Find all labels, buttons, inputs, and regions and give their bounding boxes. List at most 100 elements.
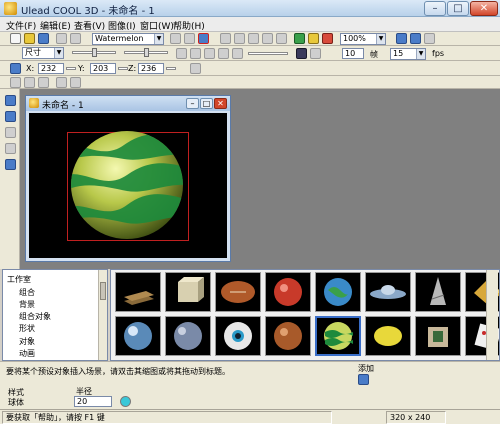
align-icon-a[interactable] — [176, 48, 187, 59]
edit-text-icon[interactable] — [5, 111, 16, 122]
glass-sphere-thumb[interactable] — [115, 316, 161, 356]
export-icon[interactable] — [410, 33, 421, 44]
red-sphere-thumb[interactable] — [265, 272, 311, 312]
slab-thumb[interactable] — [115, 272, 161, 312]
insert-graphic-icon[interactable] — [5, 127, 16, 138]
tree-item-group[interactable]: 组合 — [19, 287, 35, 298]
timeline-track[interactable] — [248, 52, 288, 55]
orbit-tool-icon[interactable] — [198, 33, 209, 44]
box-thumb[interactable] — [165, 272, 211, 312]
rotate-tool-icon[interactable] — [184, 33, 195, 44]
tree-scrollbar[interactable] — [98, 270, 107, 360]
object-toolbar — [0, 89, 20, 269]
brown-sphere-thumb[interactable] — [265, 316, 311, 356]
maximize-button[interactable]: □ — [447, 1, 469, 16]
drill-thumb[interactable] — [415, 272, 461, 312]
close-button[interactable]: ✕ — [470, 1, 498, 16]
align-icon-c[interactable] — [204, 48, 215, 59]
ufo-thumb[interactable] — [365, 272, 411, 312]
new-file-icon[interactable] — [10, 33, 21, 44]
play-icon[interactable] — [296, 48, 307, 59]
menu-edit[interactable]: 编辑(E) — [40, 19, 71, 32]
menu-image[interactable]: 图像(I) — [108, 19, 136, 32]
watermelon-object[interactable] — [29, 113, 227, 258]
text-align-right-icon[interactable] — [38, 77, 49, 88]
y-field[interactable]: 203 — [90, 63, 116, 74]
text-align-center-icon[interactable] — [24, 77, 35, 88]
tree-root[interactable]: 工作室 — [7, 274, 31, 285]
timeline-prev-icon[interactable] — [232, 48, 243, 59]
position-icon[interactable] — [10, 63, 21, 74]
menu-window[interactable]: 窗口(W) — [140, 19, 174, 32]
gallery-scrollbar[interactable] — [486, 270, 498, 360]
tree-item-shape[interactable]: 形状 — [19, 323, 35, 334]
rugby-thumb[interactable] — [215, 272, 261, 312]
save-icon[interactable] — [38, 33, 49, 44]
render-icon[interactable] — [396, 33, 407, 44]
radius-field[interactable]: 20 — [74, 396, 112, 407]
size-toolbar: 尺寸 ▼ 10 帧 15 ▼ fps — [0, 46, 500, 61]
open-folder-icon[interactable] — [24, 33, 35, 44]
properties-bar: 样式 球体 半径 20 — [0, 385, 500, 409]
toolbar-icon-c[interactable] — [248, 33, 259, 44]
document-titlebar[interactable]: 未命名 - 1 – □ ✕ — [26, 96, 230, 111]
insert-shape-icon[interactable] — [5, 143, 16, 154]
paint-icon[interactable] — [294, 33, 305, 44]
tree-item-animation[interactable]: 动画 — [19, 348, 35, 359]
loop-icon[interactable] — [310, 48, 321, 59]
z-spin[interactable] — [166, 67, 176, 70]
eyeball-thumb[interactable] — [215, 316, 261, 356]
insert-text-icon[interactable] — [5, 95, 16, 106]
zoom-combo[interactable]: 100% ▼ — [340, 33, 386, 45]
x-spin[interactable] — [66, 67, 76, 70]
d-cube-thumb[interactable] — [415, 316, 461, 356]
sphere-icon[interactable] — [308, 33, 319, 44]
tree-item-group-object[interactable]: 组合对象 — [19, 311, 51, 322]
toolbar-icon-d[interactable] — [262, 33, 273, 44]
text-align-left-icon[interactable] — [10, 77, 21, 88]
display-icon[interactable] — [322, 33, 333, 44]
x-field[interactable]: 232 — [38, 63, 64, 74]
minimize-button[interactable]: – — [424, 1, 446, 16]
watermelon-thumb[interactable] — [315, 316, 361, 356]
tree-item-background[interactable]: 背景 — [19, 299, 35, 310]
planet-thumb[interactable] — [165, 316, 211, 356]
app-icon — [4, 2, 17, 15]
doc-minimize-button[interactable]: – — [186, 98, 199, 109]
reset-icon[interactable] — [190, 63, 201, 74]
fps-combo[interactable]: 15 ▼ — [390, 48, 426, 60]
menu-view[interactable]: 查看(V) — [74, 19, 105, 32]
z-field[interactable]: 236 — [138, 63, 164, 74]
align-icon-b[interactable] — [190, 48, 201, 59]
add-button[interactable] — [358, 374, 369, 385]
undo-icon[interactable] — [56, 33, 67, 44]
size-slider-thumb-1[interactable] — [92, 48, 97, 57]
hand-tool-icon[interactable] — [170, 33, 181, 44]
frame-field[interactable]: 10 — [342, 48, 364, 59]
document-title: 未命名 - 1 — [42, 101, 84, 111]
lemon-thumb[interactable] — [365, 316, 411, 356]
tree-item-object[interactable]: 对象 — [19, 336, 35, 347]
toolbar-icon-e[interactable] — [276, 33, 287, 44]
doc-maximize-button[interactable]: □ — [200, 98, 213, 109]
y-spin[interactable] — [118, 67, 128, 70]
render-canvas[interactable] — [29, 113, 227, 258]
size-combo[interactable]: 尺寸 ▼ — [22, 47, 64, 59]
doc-close-button[interactable]: ✕ — [214, 98, 227, 109]
insert-object-icon[interactable] — [5, 159, 16, 170]
size-slider-thumb-2[interactable] — [144, 48, 149, 57]
earth-thumb[interactable] — [315, 272, 361, 312]
library-tree: 工作室 组合 背景 组合对象 形状 对象 动画 — [2, 269, 108, 361]
radius-color-icon[interactable] — [120, 396, 131, 407]
menu-help[interactable]: 帮助(H) — [173, 19, 205, 32]
object-combo[interactable]: Watermelon ▼ — [92, 33, 164, 45]
help-pointer-icon[interactable] — [424, 33, 435, 44]
redo-icon[interactable] — [70, 33, 81, 44]
text-style-icon[interactable] — [70, 77, 81, 88]
text-format-icon[interactable] — [56, 77, 67, 88]
toolbar-icon-a[interactable] — [220, 33, 231, 44]
timeline-start-icon[interactable] — [218, 48, 229, 59]
toolbar-icon-b[interactable] — [234, 33, 245, 44]
menu-file[interactable]: 文件(F) — [6, 19, 36, 32]
tree-scroll-thumb[interactable] — [100, 282, 106, 300]
